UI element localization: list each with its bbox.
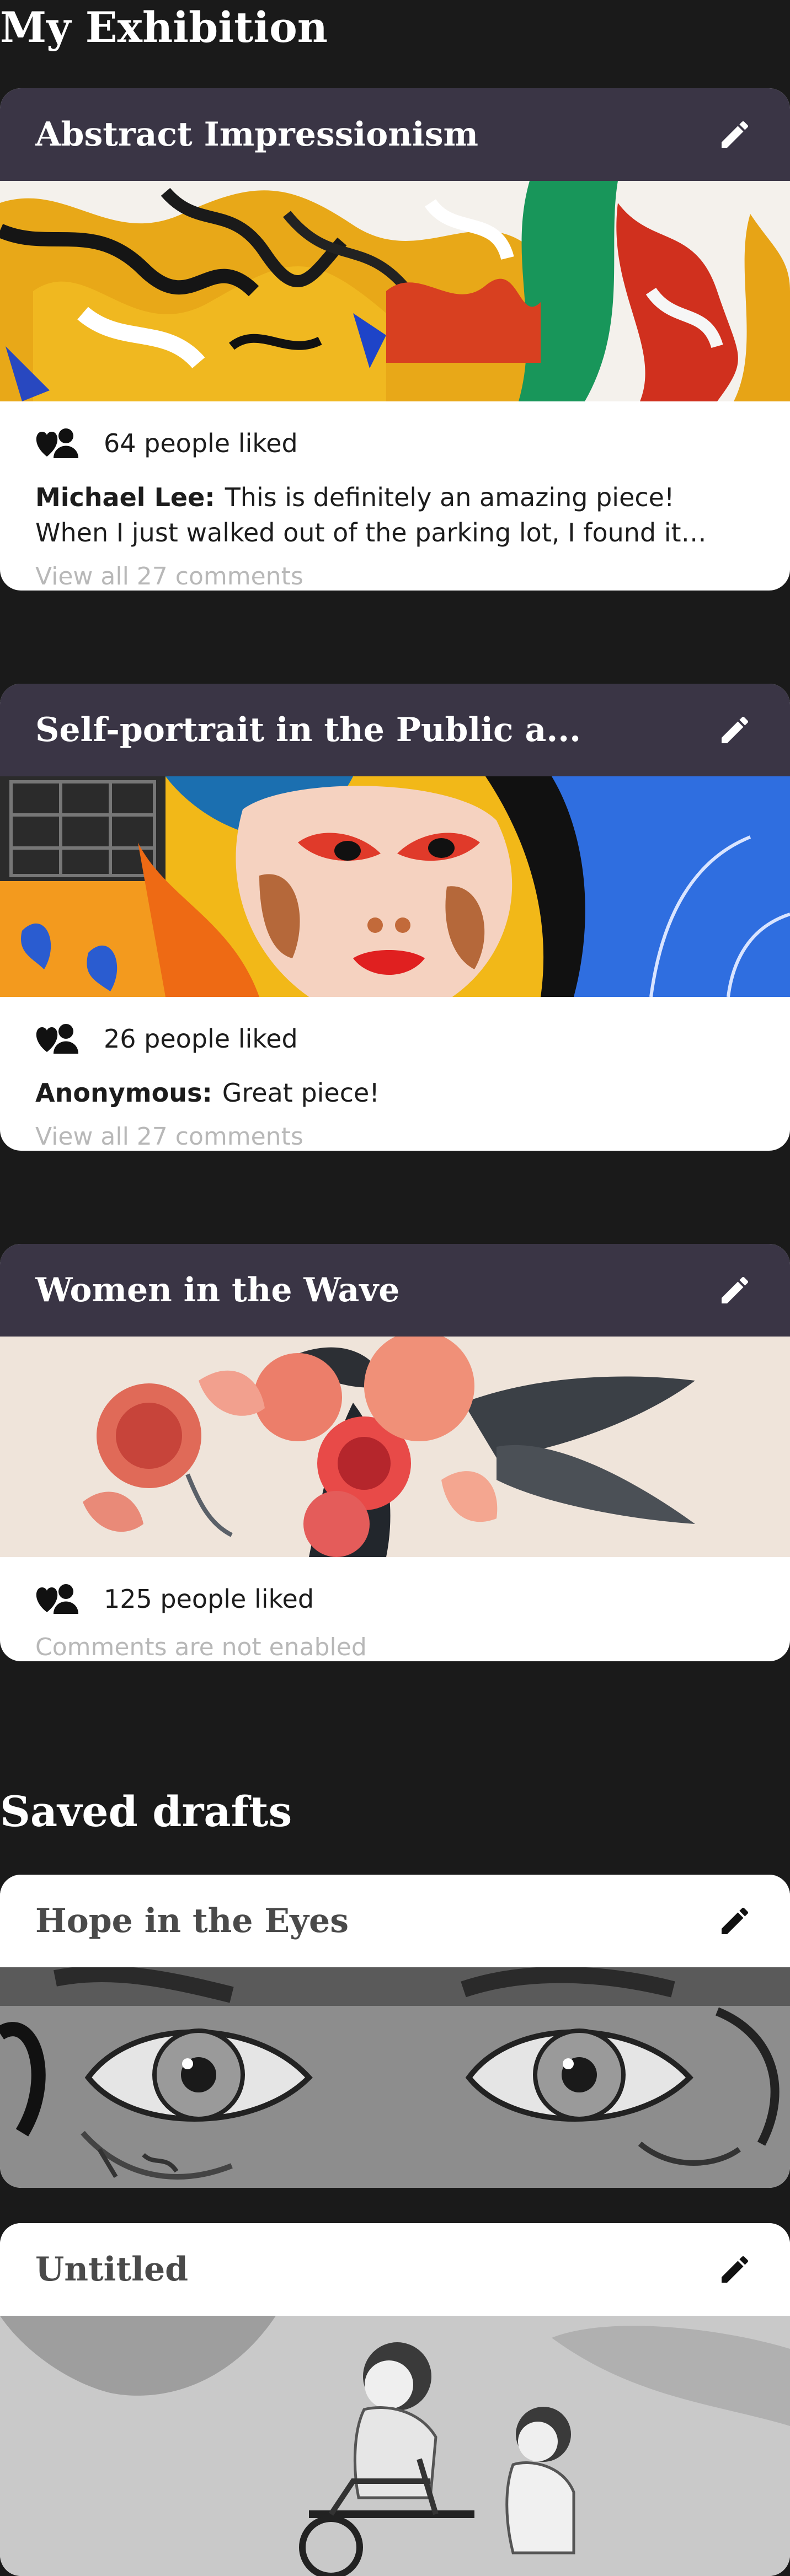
draft-card-hope-in-the-eyes: Hope in the Eyes <box>0 1875 790 2188</box>
card-header: Abstract Impressionism <box>0 88 790 181</box>
eyes-mural-image <box>0 1967 790 2188</box>
draft-card-untitled: Untitled <box>0 2223 790 2576</box>
artwork-image-self-portrait[interactable] <box>0 776 790 997</box>
floral-mural-image <box>0 1337 790 1557</box>
likes-count: 125 people liked <box>104 1584 314 1614</box>
person-heart-icon <box>36 1584 78 1614</box>
view-all-comments-link[interactable]: View all 27 comments <box>35 1123 755 1151</box>
likes-row[interactable]: 64 people liked <box>35 421 755 465</box>
person-heart-icon <box>36 1024 78 1054</box>
likes-count: 64 people liked <box>104 428 298 458</box>
card-title: Untitled <box>35 2250 189 2289</box>
edit-button[interactable] <box>715 2250 755 2289</box>
likes-row[interactable]: 125 people liked <box>35 1577 755 1621</box>
exhibit-card-self-portrait: Self-portrait in the Public a... 26 peop… <box>0 684 790 1151</box>
card-body: 26 people liked Anonymous: Great piece! V… <box>0 997 790 1151</box>
comment-author: Michael Lee: <box>35 482 215 512</box>
exhibit-card-women-in-the-wave: Women in the Wave 125 people liked Comme… <box>0 1244 790 1661</box>
comments-disabled-note: Comments are not enabled <box>35 1633 367 1661</box>
drafts-title: Saved drafts <box>0 1787 292 1836</box>
children-bicycle-mural-image <box>0 2316 790 2576</box>
pencil-icon <box>722 1276 749 1303</box>
artwork-image-abstract[interactable] <box>0 181 790 401</box>
artwork-image-untitled[interactable] <box>0 2316 790 2576</box>
card-header: Hope in the Eyes <box>0 1875 790 1967</box>
person-heart-icon <box>36 428 78 458</box>
card-body: 125 people liked Comments are not enable… <box>0 1557 790 1661</box>
comment-author: Anonymous: <box>35 1078 212 1108</box>
pencil-icon <box>722 2256 749 2283</box>
exhibition-title: My Exhibition <box>0 3 328 52</box>
view-all-comments-link[interactable]: View all 27 comments <box>35 562 755 591</box>
card-title: Hope in the Eyes <box>35 1902 349 1940</box>
card-header: Untitled <box>0 2223 790 2316</box>
edit-button[interactable] <box>715 1901 755 1941</box>
card-header: Women in the Wave <box>0 1244 790 1337</box>
edit-button[interactable] <box>715 710 755 750</box>
pencil-icon <box>722 716 749 743</box>
card-title: Abstract Impressionism <box>35 115 478 154</box>
artwork-image-hope-in-the-eyes[interactable] <box>0 1967 790 2188</box>
card-body: 64 people liked Michael Lee: This is defi… <box>0 401 790 591</box>
exhibit-card-abstract-impressionism: Abstract Impressionism 64 people liked M… <box>0 88 790 591</box>
card-title: Women in the Wave <box>35 1271 400 1310</box>
card-title: Self-portrait in the Public a... <box>35 711 581 749</box>
edit-button[interactable] <box>715 1270 755 1310</box>
edit-button[interactable] <box>715 115 755 154</box>
mural-portrait-image <box>0 776 790 997</box>
comment-text: Great piece! <box>222 1078 380 1108</box>
abstract-paint-image <box>0 181 790 401</box>
pencil-icon <box>722 1907 749 1934</box>
artwork-image-women-in-the-wave[interactable] <box>0 1337 790 1557</box>
top-comment: Anonymous: Great piece! <box>35 1075 755 1110</box>
top-comment: Michael Lee: This is definitely an amazin… <box>35 480 755 550</box>
likes-count: 26 people liked <box>104 1024 298 1054</box>
card-header: Self-portrait in the Public a... <box>0 684 790 776</box>
pencil-icon <box>722 121 749 148</box>
likes-row[interactable]: 26 people liked <box>35 1017 755 1061</box>
